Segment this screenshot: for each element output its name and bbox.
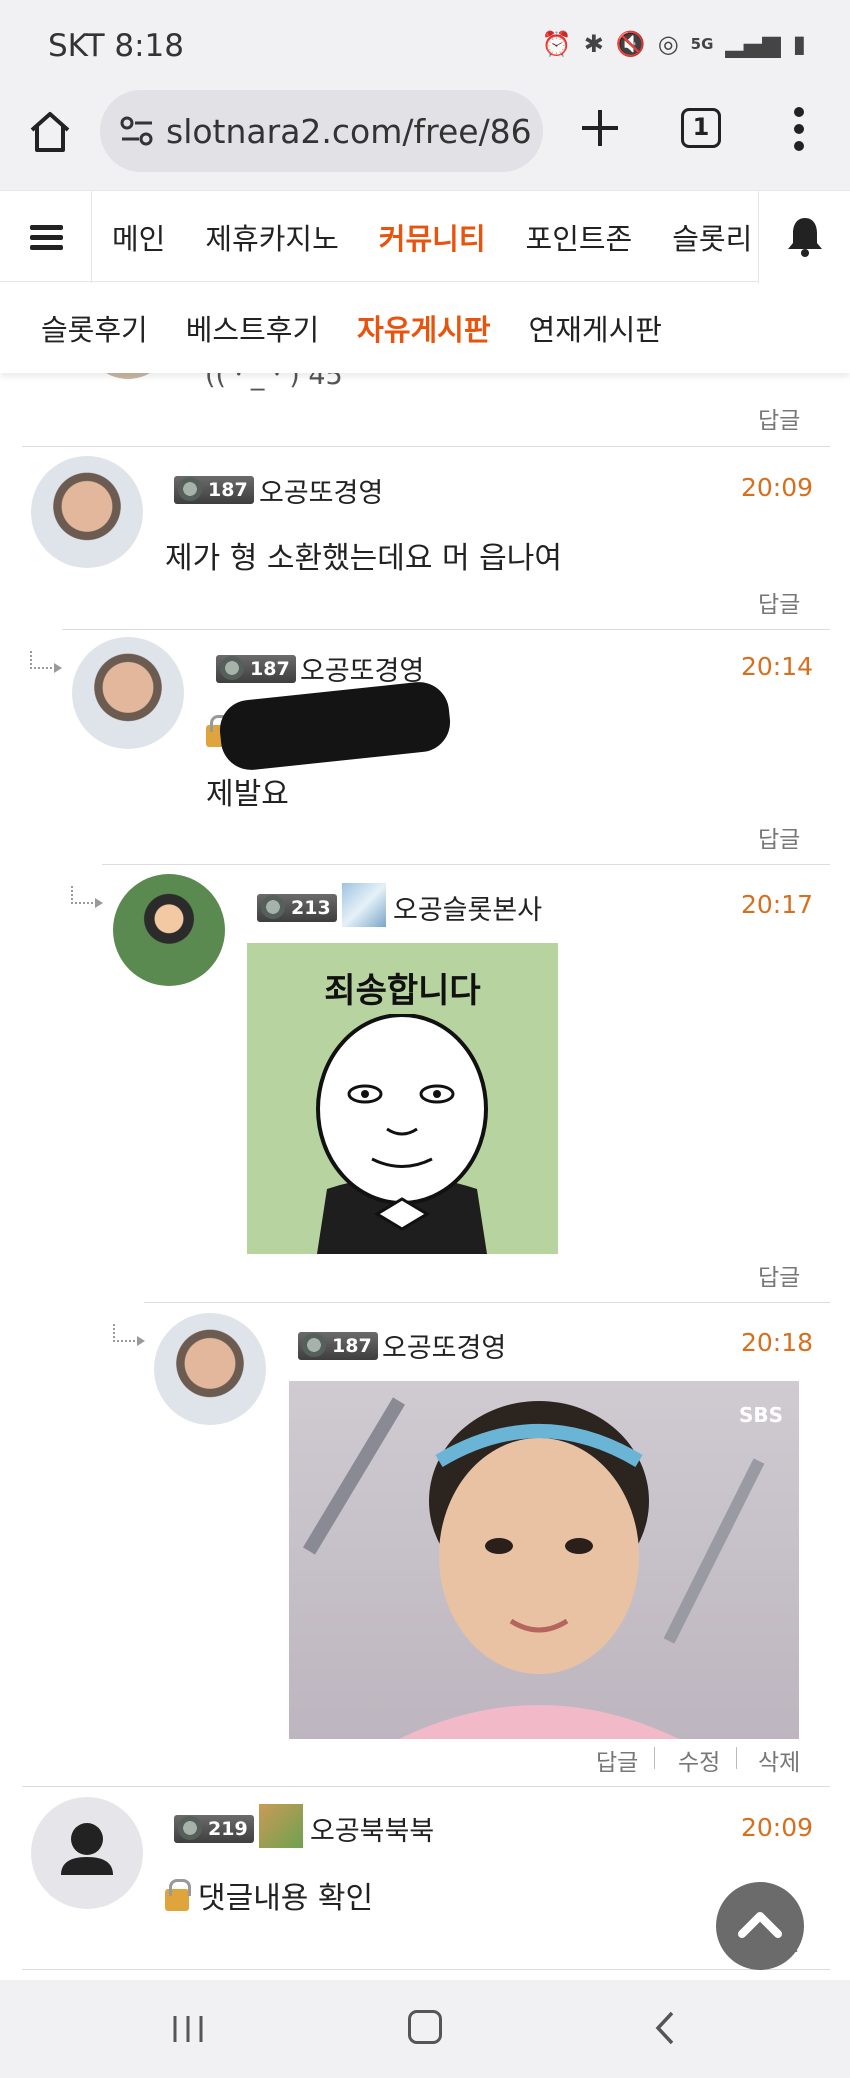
- comment-text: 댓글내용 확인: [198, 1881, 374, 1916]
- level-badge: 213: [257, 894, 337, 922]
- nav-item[interactable]: 제휴카지노: [205, 216, 338, 258]
- chevron-up-icon: [738, 1912, 782, 1938]
- reply-link[interactable]: 답글: [758, 1258, 800, 1292]
- delete-link[interactable]: 삭제: [758, 1743, 800, 1777]
- default-user-icon: [61, 1823, 113, 1875]
- browser-toolbar: slotnara2.com/free/86 1: [0, 90, 850, 190]
- divider: [144, 1302, 830, 1303]
- status-bar: SKT 8:18 ⏰ ✱ 🔇 ◎ 5G ▂▄▆ ▮: [0, 0, 850, 90]
- username[interactable]: 오공또경영: [382, 1326, 506, 1365]
- comment-time: 20:09: [741, 473, 814, 502]
- reply-link[interactable]: 답글: [758, 820, 800, 854]
- mute-icon: 🔇: [615, 30, 646, 58]
- reply-arrow-icon: [71, 886, 103, 908]
- recent-apps-icon[interactable]: [171, 2014, 205, 2044]
- action-separator: [736, 1747, 737, 1769]
- avatar[interactable]: [31, 456, 143, 568]
- edit-link[interactable]: 수정: [678, 1743, 720, 1777]
- sub-nav-item[interactable]: 베스트후기: [186, 307, 319, 349]
- site-nav: 메인 제휴카지노 커뮤니티 포인트존 슬롯리: [0, 190, 850, 283]
- back-icon[interactable]: [654, 2010, 676, 2046]
- level-badge: 187: [174, 476, 254, 504]
- tab-switcher-button[interactable]: 1: [681, 108, 721, 148]
- comment-list: ((ㆍ_ㆍ) 45 답글 187 오공또경영 20:09 제가 형 소환했는데요…: [0, 373, 850, 1980]
- alarm-icon: ⏰: [541, 30, 572, 58]
- avatar[interactable]: [113, 874, 225, 986]
- user-icon-image: [342, 883, 386, 927]
- nav-item[interactable]: 메인: [112, 216, 165, 258]
- comment-text: 제발요: [206, 777, 289, 812]
- username[interactable]: 오공또경영: [259, 471, 383, 510]
- home-nav-icon[interactable]: [408, 2010, 442, 2044]
- sub-nav-item[interactable]: 슬롯후기: [41, 307, 148, 349]
- reply-arrow-icon: [30, 651, 62, 673]
- url-bar[interactable]: slotnara2.com/free/86: [100, 90, 543, 172]
- url-text[interactable]: slotnara2.com/free/86: [166, 112, 536, 151]
- nav-item[interactable]: 슬롯리: [672, 216, 752, 258]
- home-icon[interactable]: [26, 108, 74, 156]
- action-separator: [654, 1747, 655, 1769]
- divider: [22, 446, 830, 447]
- comment-time: 20:14: [741, 652, 814, 681]
- photo-image[interactable]: SBS: [289, 1381, 799, 1739]
- hotspot-icon: ◎: [657, 30, 679, 58]
- comment-time: 20:18: [741, 1328, 814, 1357]
- comment-time: 20:09: [741, 1813, 814, 1842]
- new-tab-icon[interactable]: [578, 106, 622, 150]
- level-badge: 219: [174, 1815, 254, 1843]
- lock-icon: [165, 1879, 191, 1911]
- nav-item[interactable]: 포인트존: [526, 216, 633, 258]
- comment-time: 20:17: [741, 890, 814, 919]
- hamburger-menu-icon[interactable]: [0, 191, 92, 283]
- redaction-mark: [216, 679, 454, 773]
- child-photo: [302, 1397, 765, 1739]
- battery-icon: ▮: [792, 30, 806, 58]
- site-nav-items: 메인 제휴카지노 커뮤니티 포인트존 슬롯리: [92, 191, 772, 283]
- avatar[interactable]: [72, 637, 184, 749]
- nav-item[interactable]: 커뮤니티: [379, 216, 486, 258]
- reply-link[interactable]: 답글: [758, 585, 800, 619]
- avatar[interactable]: [154, 1313, 266, 1425]
- sub-nav: 슬롯후기 베스트후기 자유게시판 연재게시판: [0, 283, 850, 373]
- sticker-figure: [316, 1014, 488, 1254]
- reply-link[interactable]: 답글: [596, 1743, 638, 1777]
- tv-watermark: SBS: [738, 1403, 783, 1427]
- sticker-image[interactable]: 죄송합니다: [247, 943, 558, 1254]
- comment-text: 제가 형 소환했는데요 머 읍나여: [165, 541, 562, 576]
- bluetooth-icon: ✱: [583, 30, 604, 58]
- scroll-to-top-button[interactable]: [716, 1882, 804, 1970]
- divider: [22, 1786, 830, 1787]
- username[interactable]: 오공또경영: [300, 649, 424, 688]
- 5g-icon: 5G: [690, 35, 714, 53]
- username[interactable]: 오공슬롯본사: [393, 888, 542, 927]
- avatar[interactable]: [31, 1797, 143, 1909]
- level-badge: 187: [216, 655, 296, 683]
- username[interactable]: 오공북북북: [310, 1809, 434, 1848]
- avatar: [85, 373, 171, 379]
- status-icons: ⏰ ✱ 🔇 ◎ 5G ▂▄▆ ▮: [542, 30, 806, 58]
- level-badge: 187: [298, 1332, 378, 1360]
- sub-nav-item[interactable]: 자유게시판: [357, 307, 490, 349]
- divider: [102, 864, 830, 865]
- reply-link[interactable]: 답글: [758, 401, 800, 435]
- reply-arrow-icon: [113, 1324, 145, 1346]
- notification-button[interactable]: [758, 191, 850, 283]
- bell-icon: [788, 218, 822, 257]
- divider: [22, 1969, 830, 1970]
- signal-icon: ▂▄▆: [725, 30, 781, 58]
- status-carrier-time: SKT 8:18: [48, 28, 185, 64]
- sub-nav-item[interactable]: 연재게시판: [529, 307, 662, 349]
- system-nav-bar: [0, 1980, 850, 2078]
- site-settings-icon[interactable]: [118, 112, 156, 150]
- sticker-caption: 죄송합니다: [324, 971, 481, 1011]
- comment-text: ((ㆍ_ㆍ) 45: [205, 373, 343, 391]
- more-options-icon[interactable]: [792, 106, 806, 152]
- user-icon-image: [259, 1804, 303, 1848]
- divider: [62, 629, 830, 630]
